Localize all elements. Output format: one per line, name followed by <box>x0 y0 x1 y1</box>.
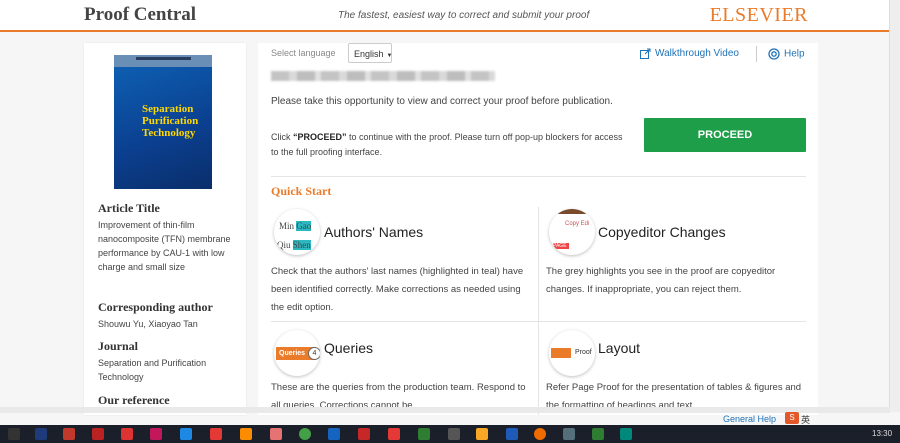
cover-pattern <box>114 150 212 189</box>
clock[interactable]: 13:30 <box>872 429 892 438</box>
cover-title-line1: Separation <box>142 103 194 115</box>
authors-names-icon: Min Gao Qiu Shen <box>274 209 320 255</box>
app-icon[interactable] <box>448 428 460 440</box>
ime-logo-icon[interactable]: S <box>785 412 799 424</box>
vertical-scrollbar[interactable] <box>889 0 900 412</box>
cover-title: Separation Purification Technology <box>142 103 212 139</box>
help-link[interactable]: Help <box>768 48 805 60</box>
copyeditor-changes-icon: Copy Edi PAGE <box>549 209 595 255</box>
chrome-icon[interactable] <box>299 428 311 440</box>
article-title-heading: Article Title <box>98 201 160 215</box>
app-icon[interactable] <box>328 428 340 440</box>
corresponding-author-heading: Corresponding author <box>98 300 213 314</box>
os-taskbar: 13:30 <box>0 425 900 443</box>
help-label: Help <box>784 48 805 60</box>
app-icon[interactable] <box>121 428 133 440</box>
redacted-author-name <box>271 71 495 81</box>
divider <box>271 321 806 322</box>
tagline: The fastest, easiest way to correct and … <box>338 10 590 21</box>
app-icon[interactable] <box>180 428 192 440</box>
journal-text: Separation and Purification Technology <box>98 358 207 382</box>
divider <box>271 176 806 177</box>
divider <box>538 207 539 415</box>
queries-count-badge: 4 <box>308 347 320 360</box>
icon-name-row1: Min Gao <box>279 221 312 231</box>
main-panel: Select language English ▼ Walkthrough Vid… <box>258 43 818 415</box>
layout-icon: Proof <box>549 330 595 376</box>
word-icon[interactable] <box>506 428 518 440</box>
article-info-panel: Separation Purification Technology Artic… <box>84 43 246 415</box>
corresponding-author-section: Corresponding author Shouwu Yu, Xiaoyao … <box>98 300 238 331</box>
authors-names-text: Check that the authors' last names (high… <box>271 266 524 313</box>
cover-topbar <box>114 55 212 67</box>
app-icon[interactable] <box>534 428 546 440</box>
language-label: Select language <box>271 48 336 58</box>
proceed-instructions: Click “PROCEED” to continue with the pro… <box>271 130 631 160</box>
queries-icon: Queries 4 <box>274 330 320 376</box>
lifebuoy-icon <box>768 48 780 60</box>
publisher-logo: ELSEVIER <box>709 4 808 26</box>
authors-names-title: Authors' Names <box>324 224 424 240</box>
walkthrough-video-link[interactable]: Walkthrough Video <box>640 48 739 59</box>
app-icon[interactable] <box>92 428 104 440</box>
intro-message: Please take this opportunity to view and… <box>271 96 613 107</box>
wechat-icon[interactable] <box>418 428 430 440</box>
reference-section: Our reference <box>98 393 238 408</box>
copyeditor-changes-title: Copyeditor Changes <box>598 224 726 240</box>
walkthrough-label: Walkthrough Video <box>655 48 739 60</box>
brand-title: Proof Central <box>84 4 197 25</box>
cover-title-line2: Purification <box>142 115 199 127</box>
horizontal-scrollbar[interactable] <box>0 407 890 413</box>
journal-cover-image: Separation Purification Technology <box>114 55 212 189</box>
instructions-bold: “PROCEED” <box>293 132 347 142</box>
journal-heading: Journal <box>98 339 139 353</box>
article-title-text: Improvement of thin-film nanocomposite (… <box>98 220 231 272</box>
language-select[interactable]: English ▼ <box>348 43 392 63</box>
photoshop-icon[interactable] <box>35 428 47 440</box>
icon-name-row2: Qiu Shen <box>277 240 311 250</box>
instructions-prefix: Click <box>271 132 293 142</box>
journal-section: Journal Separation and Purification Tech… <box>98 339 238 384</box>
proceed-button[interactable]: PROCEED <box>644 118 806 152</box>
language-select-value: English <box>354 49 384 59</box>
app-icon[interactable] <box>210 428 222 440</box>
app-icon[interactable] <box>563 428 575 440</box>
app-header: Proof Central The fastest, easiest way t… <box>0 0 900 32</box>
article-title-section: Article Title Improvement of thin-film n… <box>98 201 238 274</box>
app-icon[interactable] <box>388 428 400 440</box>
app-icon[interactable] <box>358 428 370 440</box>
excel-icon[interactable] <box>592 428 604 440</box>
external-video-icon <box>640 48 651 59</box>
cover-title-line3: Technology <box>142 127 196 139</box>
app-icon[interactable] <box>240 428 252 440</box>
quick-start-title: Quick Start <box>271 184 332 198</box>
layout-title: Layout <box>598 340 641 356</box>
folder-icon[interactable] <box>476 428 488 440</box>
app-icon[interactable] <box>620 428 632 440</box>
app-icon[interactable] <box>270 428 282 440</box>
reference-heading: Our reference <box>98 393 170 407</box>
start-icon[interactable] <box>8 428 20 440</box>
app-icon[interactable] <box>63 428 75 440</box>
copyeditor-changes-text: The grey highlights you see in the proof… <box>546 266 776 295</box>
corresponding-author-text: Shouwu Yu, Xiaoyao Tan <box>98 319 198 329</box>
general-help-link[interactable]: General Help <box>723 414 776 424</box>
app-icon[interactable] <box>150 428 162 440</box>
divider <box>756 46 757 62</box>
queries-title: Queries <box>324 340 374 356</box>
chevron-down-icon: ▼ <box>386 53 393 59</box>
